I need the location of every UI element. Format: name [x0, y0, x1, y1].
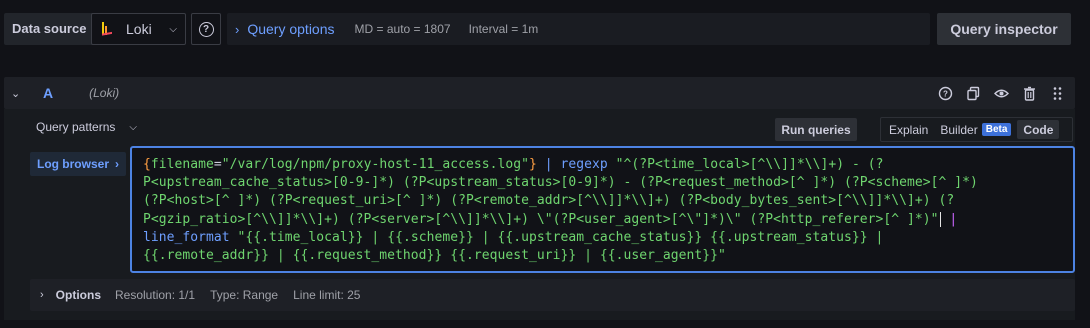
beta-badge: Beta	[981, 123, 1012, 136]
chevron-right-icon: ›	[40, 289, 44, 301]
options-title: Options	[55, 288, 101, 302]
query-patterns-label: Query patterns	[36, 120, 116, 134]
type-text: Type: Range	[210, 288, 279, 302]
mode-explain[interactable]: Explain	[883, 120, 934, 139]
question-circle-icon: ?	[198, 21, 214, 37]
query-ref-id[interactable]: A	[43, 85, 53, 101]
datasource-name: Loki	[126, 21, 152, 37]
chevron-right-icon: ›	[235, 21, 240, 37]
log-browser-label: Log browser	[36, 157, 109, 171]
duplicate-icon[interactable]	[966, 86, 981, 101]
query-datasource-hint: (Loki)	[89, 86, 120, 100]
query-code-editor[interactable]: {filename="/var/log/npm/proxy-host-11_ac…	[130, 146, 1075, 273]
code-line-5: line_format "{{.time_local}} | {{.scheme…	[143, 229, 884, 245]
run-queries-button[interactable]: Run queries	[775, 118, 857, 141]
eye-icon[interactable]	[994, 86, 1009, 101]
datasource-picker[interactable]: Loki ⌵	[91, 13, 186, 45]
code-line-6: {{.remote_addr}} | {{.request_method}} {…	[143, 248, 726, 264]
loki-logo-icon	[102, 22, 112, 36]
query-row-actions: ?	[938, 77, 1065, 109]
query-options-title: Query options	[247, 21, 335, 37]
code-line-4: P<gzip_ratio>[^\\]]*\\]+) (?P<server>[^\…	[143, 211, 958, 227]
collapse-chevron-icon[interactable]: ⌄	[11, 87, 25, 100]
query-inspector-button[interactable]: Query inspector	[937, 13, 1071, 45]
resolution-text: Resolution: 1/1	[115, 288, 196, 302]
query-toolbar: Data source Loki ⌵ ? › Query options MD …	[0, 0, 1090, 58]
mode-builder-label: Builder	[940, 122, 978, 137]
line-limit-text: Line limit: 25	[293, 288, 361, 302]
code-line-1: {filename="/var/log/npm/proxy-host-11_ac…	[143, 157, 884, 172]
query-patterns-dropdown[interactable]: Query patterns ⌵	[36, 120, 137, 134]
code-line-3: (?P<host>[^ ]*) (?P<request_uri>[^ ]*) (…	[143, 193, 955, 209]
text-cursor	[939, 211, 941, 227]
help-icon[interactable]: ?	[938, 86, 953, 101]
trash-icon[interactable]	[1022, 86, 1037, 101]
editor-mode-toggle: Explain Builder Beta Code	[880, 117, 1073, 142]
interval-text: Interval = 1m	[468, 22, 539, 36]
query-options-row[interactable]: › Options Resolution: 1/1 Type: Range Li…	[30, 279, 1075, 311]
datasource-help-button[interactable]: ?	[191, 13, 221, 45]
data-source-label: Data source	[4, 13, 95, 45]
max-data-points-text: MD = auto = 1807	[354, 22, 451, 36]
drag-handle-icon[interactable]	[1050, 86, 1065, 101]
svg-text:?: ?	[943, 89, 948, 98]
chevron-down-icon: ⌵	[169, 23, 177, 35]
log-browser-button[interactable]: Log browser ›	[30, 152, 126, 176]
chevron-right-icon: ›	[115, 157, 119, 171]
query-options-toggle[interactable]: › Query options MD = auto = 1807 Interva…	[227, 13, 930, 45]
mode-code[interactable]: Code	[1017, 120, 1060, 139]
query-row-header: ⌄ A (Loki) ?	[4, 77, 1075, 109]
chevron-down-icon: ⌵	[129, 121, 137, 133]
code-line-2: P<upstream_cache_status>[0-9-]*) (?P<ups…	[143, 175, 978, 191]
mode-builder[interactable]: Builder Beta	[934, 120, 1017, 139]
